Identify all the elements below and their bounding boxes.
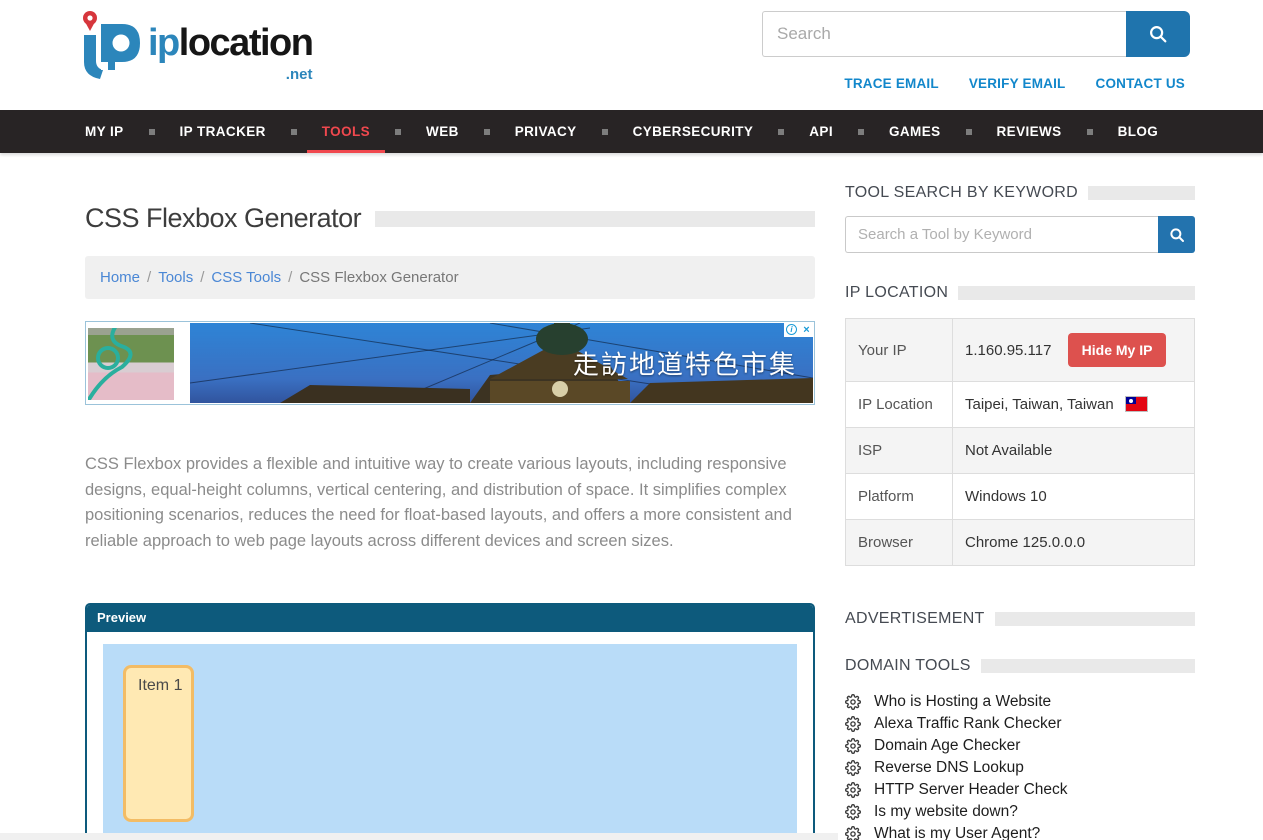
nav-item-tools[interactable]: TOOLS: [297, 110, 401, 153]
iplocation-logo-icon: [76, 8, 146, 86]
breadcrumb: Home/Tools/CSS Tools/CSS Flexbox Generat…: [85, 256, 815, 299]
wordmark-net: .net: [286, 66, 313, 83]
breadcrumb-css-tools[interactable]: CSS Tools: [211, 269, 281, 286]
preview-panel-header: Preview: [87, 605, 813, 632]
list-item-user-agent[interactable]: What is my User Agent?: [845, 823, 1195, 840]
nav-item-api[interactable]: API: [784, 110, 864, 153]
ad-left-image: [88, 328, 174, 400]
tool-description: CSS Flexbox provides a flexible and intu…: [85, 452, 795, 554]
ip-location-value: Taipei, Taiwan, Taiwan: [965, 396, 1114, 413]
browser-value: Chrome 125.0.0.0: [953, 520, 1195, 566]
gear-icon: [845, 694, 861, 710]
table-row: Platform Windows 10: [846, 474, 1195, 520]
tool-search: [845, 216, 1195, 253]
table-row: ISP Not Available: [846, 428, 1195, 474]
site-logo[interactable]: iplocation .net: [76, 8, 312, 86]
list-item-reverse-dns[interactable]: Reverse DNS Lookup: [845, 757, 1195, 779]
search-icon: [1147, 23, 1169, 45]
ad-caption-text: 走訪地道特色市集: [573, 345, 797, 382]
wordmark-ip: ip: [148, 22, 179, 64]
gear-icon: [845, 716, 861, 732]
site-search-button[interactable]: [1126, 11, 1190, 57]
your-ip-value: 1.160.95.117: [965, 342, 1051, 359]
preview-panel: Preview Item 1: [85, 603, 815, 840]
sidebar: TOOL SEARCH BY KEYWORD IP LOCATION Your …: [845, 153, 1195, 840]
page-title-row: CSS Flexbox Generator: [85, 203, 815, 234]
flexbox-preview-container: Item 1: [103, 644, 797, 840]
nav-item-games[interactable]: GAMES: [864, 110, 972, 153]
table-row: Browser Chrome 125.0.0.0: [846, 520, 1195, 566]
title-decoration-bar: [375, 211, 815, 227]
wordmark-location: location: [179, 22, 313, 64]
ad-controls: i ×: [784, 322, 814, 337]
list-item-website-down[interactable]: Is my website down?: [845, 801, 1195, 823]
trace-email-link[interactable]: TRACE EMAIL: [844, 76, 938, 91]
ad-info-icon[interactable]: i: [784, 322, 799, 337]
site-search-input[interactable]: [762, 11, 1126, 57]
gear-icon: [845, 782, 861, 798]
list-item-http-header[interactable]: HTTP Server Header Check: [845, 779, 1195, 801]
nav-item-cybersecurity[interactable]: CYBERSECURITY: [608, 110, 785, 153]
ad-close-icon[interactable]: ×: [799, 322, 814, 337]
list-item-alexa-rank[interactable]: Alexa Traffic Rank Checker: [845, 713, 1195, 735]
preview-panel-body: Item 1: [87, 632, 813, 840]
isp-value: Not Available: [953, 428, 1195, 474]
search-icon: [1168, 226, 1186, 244]
table-row: IP Location Taipei, Taiwan, Taiwan: [846, 382, 1195, 428]
gear-icon: [845, 738, 861, 754]
table-row: Your IP 1.160.95.117 Hide My IP: [846, 319, 1195, 382]
contact-us-link[interactable]: CONTACT US: [1096, 76, 1186, 91]
flexbox-preview-item: Item 1: [123, 665, 194, 822]
tool-search-heading: TOOL SEARCH BY KEYWORD: [845, 184, 1195, 202]
site-header: iplocation .net TRACE EMAIL VERIFY EMAIL…: [0, 0, 1263, 110]
list-item-who-is-hosting[interactable]: Who is Hosting a Website: [845, 691, 1195, 713]
content-area: CSS Flexbox Generator Home/Tools/CSS Too…: [0, 153, 1263, 840]
site-search: [762, 11, 1190, 57]
nav-item-privacy[interactable]: PRIVACY: [490, 110, 608, 153]
verify-email-link[interactable]: VERIFY EMAIL: [969, 76, 1066, 91]
nav-item-reviews[interactable]: REVIEWS: [972, 110, 1093, 153]
breadcrumb-tools[interactable]: Tools: [158, 269, 193, 286]
taiwan-flag-icon: [1126, 397, 1147, 411]
domain-tools-list: Who is Hosting a Website Alexa Traffic R…: [845, 691, 1195, 840]
tool-search-input[interactable]: [845, 216, 1158, 253]
footer-strip: [0, 833, 838, 840]
advertisement-heading: ADVERTISEMENT: [845, 610, 1195, 628]
header-links: TRACE EMAIL VERIFY EMAIL CONTACT US: [844, 76, 1185, 91]
main-column: CSS Flexbox Generator Home/Tools/CSS Too…: [85, 153, 815, 840]
hide-my-ip-button[interactable]: Hide My IP: [1068, 333, 1167, 367]
nav-item-my-ip[interactable]: MY IP: [85, 110, 155, 153]
iplocation-wordmark: iplocation .net: [148, 22, 312, 65]
nav-item-web[interactable]: WEB: [401, 110, 490, 153]
ad-right-image: 走訪地道特色市集: [190, 323, 813, 403]
tool-search-button[interactable]: [1158, 216, 1195, 253]
nav-item-blog[interactable]: BLOG: [1093, 110, 1184, 153]
main-nav: MY IP IP TRACKER TOOLS WEB PRIVACY CYBER…: [0, 110, 1263, 153]
domain-tools-heading: DOMAIN TOOLS: [845, 657, 1195, 675]
gear-icon: [845, 804, 861, 820]
ip-location-table: Your IP 1.160.95.117 Hide My IP IP Locat…: [845, 318, 1195, 566]
page-title: CSS Flexbox Generator: [85, 203, 361, 234]
breadcrumb-current: CSS Flexbox Generator: [299, 269, 458, 286]
ad-banner[interactable]: 走訪地道特色市集 i ×: [85, 321, 815, 405]
breadcrumb-home[interactable]: Home: [100, 269, 140, 286]
gear-icon: [845, 760, 861, 776]
ip-location-heading: IP LOCATION: [845, 284, 1195, 302]
gear-icon: [845, 826, 861, 840]
platform-value: Windows 10: [953, 474, 1195, 520]
list-item-domain-age[interactable]: Domain Age Checker: [845, 735, 1195, 757]
nav-item-ip-tracker[interactable]: IP TRACKER: [155, 110, 297, 153]
